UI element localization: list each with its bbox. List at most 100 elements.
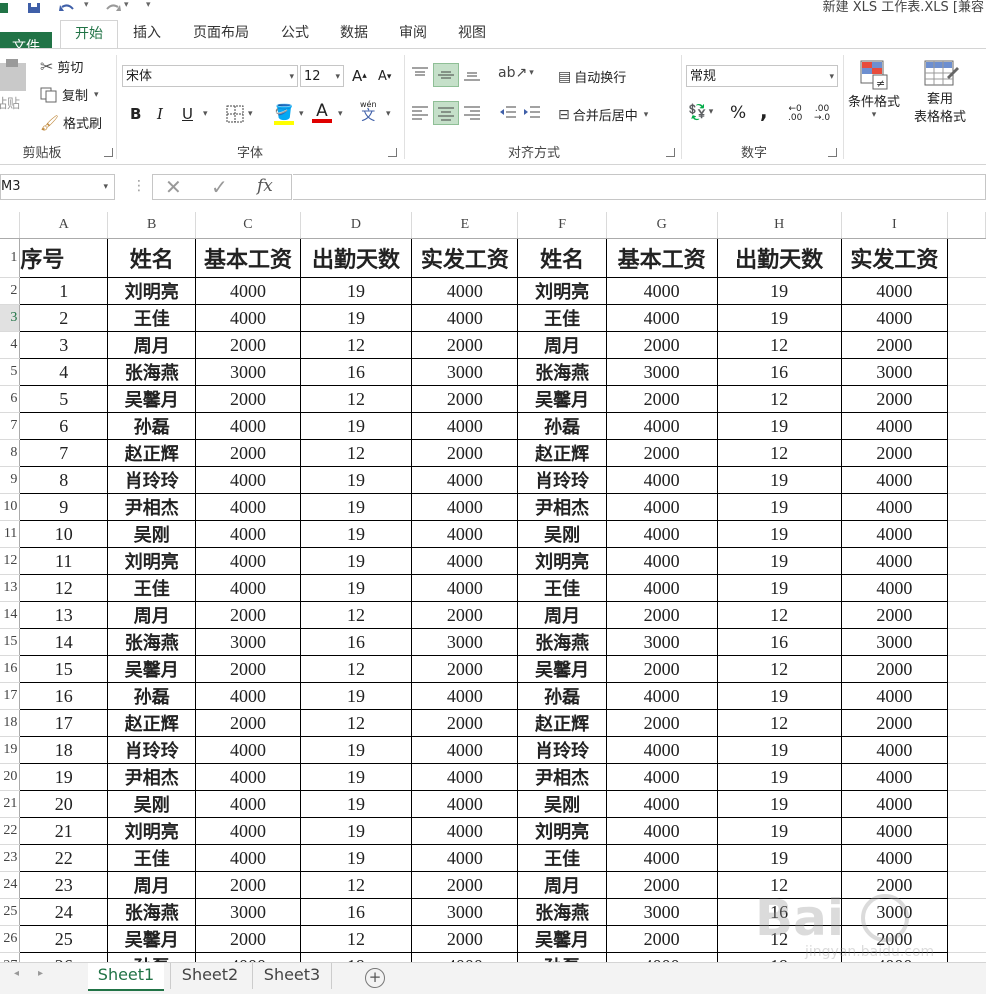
sheet-tab-sheet2[interactable]: Sheet2 [170, 963, 249, 989]
table-cell[interactable]: 4000 [840, 466, 948, 494]
table-cell[interactable]: 16 [299, 628, 413, 656]
table-cell[interactable]: 赵正辉 [107, 439, 197, 467]
table-cell[interactable]: 4000 [605, 790, 718, 818]
table-cell[interactable]: 2000 [411, 601, 519, 629]
empty-cell[interactable] [947, 709, 986, 737]
orientation-button[interactable]: ab↗ ▾ [498, 65, 534, 81]
table-cell[interactable]: 周月 [517, 331, 607, 359]
table-cell[interactable]: 4000 [605, 817, 718, 845]
align-center-button[interactable] [433, 101, 459, 125]
empty-cell[interactable] [947, 736, 986, 764]
table-cell[interactable]: 4000 [840, 952, 948, 962]
empty-cell[interactable] [947, 790, 986, 818]
column-header-h[interactable]: H [717, 212, 842, 239]
table-cell[interactable]: 3 [19, 331, 109, 359]
table-cell[interactable]: 2000 [605, 385, 718, 413]
empty-cell[interactable] [947, 520, 986, 548]
table-cell[interactable]: 12 [19, 574, 109, 602]
table-cell[interactable]: 12 [299, 331, 413, 359]
cancel-entry-icon[interactable]: ✕ [165, 175, 182, 199]
table-cell[interactable]: 1 [19, 277, 109, 305]
table-cell[interactable]: 2 [19, 304, 109, 332]
empty-cell[interactable] [947, 439, 986, 467]
table-cell[interactable]: 13 [19, 601, 109, 629]
table-cell[interactable]: 19 [299, 952, 413, 962]
table-cell[interactable]: 19 [716, 466, 842, 494]
row-header[interactable]: 10 [0, 493, 21, 521]
table-cell[interactable]: 4000 [605, 736, 718, 764]
table-cell[interactable]: 4000 [840, 520, 948, 548]
row-header[interactable]: 7 [0, 412, 21, 440]
table-cell[interactable]: 4000 [195, 547, 301, 575]
empty-cell[interactable] [947, 898, 986, 926]
font-name-dropdown-icon[interactable]: ▾ [289, 66, 294, 88]
table-cell[interactable]: 4000 [840, 547, 948, 575]
select-all-corner[interactable] [0, 212, 21, 239]
table-cell[interactable]: 4000 [195, 790, 301, 818]
table-cell[interactable]: 3000 [840, 358, 948, 386]
table-cell[interactable]: 22 [19, 844, 109, 872]
table-cell[interactable]: 23 [19, 871, 109, 899]
name-box[interactable]: M3 ▾ [0, 174, 115, 200]
row-header[interactable]: 17 [0, 682, 21, 710]
bold-button[interactable]: B [130, 105, 141, 123]
table-cell[interactable]: 张海燕 [107, 628, 197, 656]
table-cell[interactable]: 16 [299, 358, 413, 386]
align-bottom-button[interactable] [462, 65, 482, 83]
table-cell[interactable]: 周月 [517, 601, 607, 629]
column-header-e[interactable]: E [411, 212, 519, 239]
table-cell[interactable]: 4000 [411, 817, 519, 845]
table-cell[interactable]: 19 [299, 736, 413, 764]
table-cell[interactable]: 19 [299, 277, 413, 305]
table-cell[interactable]: 4000 [605, 682, 718, 710]
clipboard-dialog-launcher-icon[interactable] [104, 148, 113, 157]
table-cell[interactable]: 吴刚 [517, 790, 607, 818]
table-cell[interactable]: 张海燕 [107, 358, 197, 386]
decrease-indent-button[interactable] [498, 103, 518, 121]
table-cell[interactable]: 尹相杰 [517, 493, 607, 521]
table-cell[interactable]: 2000 [195, 655, 301, 683]
comma-style-button[interactable]: , [760, 99, 768, 123]
table-cell[interactable]: 2000 [195, 601, 301, 629]
table-cell[interactable]: 4000 [195, 736, 301, 764]
table-cell[interactable]: 王佳 [107, 304, 197, 332]
empty-cell[interactable] [947, 358, 986, 386]
empty-cell[interactable] [947, 952, 986, 962]
empty-cell[interactable] [947, 412, 986, 440]
font-color-dropdown-icon[interactable]: ▾ [338, 109, 343, 119]
header-cell[interactable]: 基本工资 [195, 238, 301, 278]
table-cell[interactable]: 19 [299, 520, 413, 548]
empty-cell[interactable] [947, 331, 986, 359]
align-right-button[interactable] [462, 103, 482, 121]
table-cell[interactable]: 19 [716, 547, 842, 575]
table-cell[interactable]: 4000 [411, 574, 519, 602]
header-cell[interactable]: 基本工资 [605, 238, 718, 278]
align-top-button[interactable] [410, 65, 430, 83]
tab-home[interactable]: 开始 [60, 20, 118, 49]
table-cell[interactable]: 4000 [840, 493, 948, 521]
column-header-b[interactable]: B [107, 212, 197, 239]
borders-button[interactable]: ▾ [226, 105, 253, 123]
name-box-dropdown-icon[interactable]: ▾ [103, 175, 108, 199]
table-cell[interactable]: 10 [19, 520, 109, 548]
empty-cell[interactable] [947, 574, 986, 602]
table-cell[interactable]: 19 [299, 790, 413, 818]
table-cell[interactable]: 3000 [840, 898, 948, 926]
table-cell[interactable]: 19 [299, 682, 413, 710]
table-cell[interactable]: 刘明亮 [517, 817, 607, 845]
table-cell[interactable]: 4000 [195, 574, 301, 602]
row-header[interactable]: 9 [0, 466, 21, 494]
table-cell[interactable]: 刘明亮 [517, 547, 607, 575]
number-format-combo[interactable]: 常规 ▾ [686, 65, 838, 87]
table-cell[interactable]: 4000 [411, 844, 519, 872]
font-size-dropdown-icon[interactable]: ▾ [335, 66, 340, 88]
row-header[interactable]: 13 [0, 574, 21, 602]
percent-style-button[interactable]: % [730, 103, 746, 123]
table-cell[interactable]: 12 [299, 439, 413, 467]
table-cell[interactable]: 4000 [840, 817, 948, 845]
align-middle-button[interactable] [433, 63, 459, 87]
table-cell[interactable]: 吴馨月 [517, 925, 607, 953]
empty-cell[interactable] [947, 844, 986, 872]
table-cell[interactable]: 2000 [605, 871, 718, 899]
table-cell[interactable]: 12 [299, 709, 413, 737]
